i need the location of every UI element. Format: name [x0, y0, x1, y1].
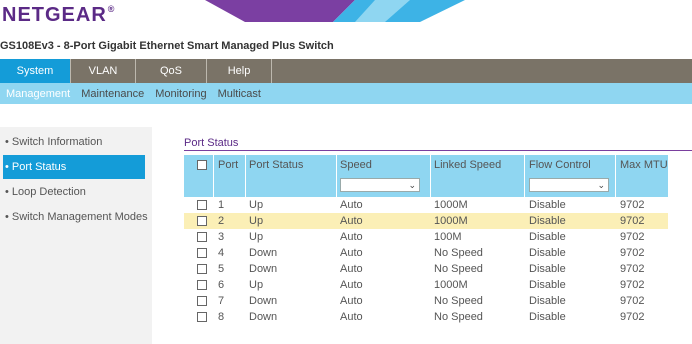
table-row[interactable]: 4 Down Auto No Speed Disable 9702: [184, 245, 668, 261]
flow-control-filter-select[interactable]: ⌄: [529, 178, 609, 192]
bullet-icon: •: [5, 211, 9, 223]
subnav-maintenance[interactable]: Maintenance: [81, 88, 144, 100]
sub-nav: Management Maintenance Monitoring Multic…: [0, 83, 692, 104]
header: NETGEAR® GS108Ev3 - 8-Port Gigabit Ether…: [0, 0, 692, 60]
column-divider: [213, 155, 214, 197]
table-row-highlighted[interactable]: 2 Up Auto 1000M Disable 9702: [184, 213, 668, 229]
row-checkbox[interactable]: [197, 248, 207, 258]
netgear-logo[interactable]: NETGEAR®: [2, 4, 115, 27]
column-divider: [336, 155, 337, 197]
table-row[interactable]: 6 Up Auto 1000M Disable 9702: [184, 277, 668, 293]
row-checkbox[interactable]: [197, 264, 207, 274]
col-speed: Speed: [340, 159, 372, 171]
main-nav: System VLAN QoS Help: [0, 59, 692, 83]
col-max-mtu: Max MTU: [620, 159, 668, 171]
sidebar-item-port-status[interactable]: • Port Status: [3, 155, 145, 179]
col-port: Port: [218, 159, 239, 171]
table-row[interactable]: 8 Down Auto No Speed Disable 9702: [184, 309, 668, 325]
col-linked-speed: Linked Speed: [434, 159, 502, 171]
subnav-management[interactable]: Management: [6, 88, 70, 100]
chevron-down-icon: ⌄: [597, 180, 605, 190]
sidebar-item-switch-information[interactable]: • Switch Information: [3, 130, 145, 154]
table-row[interactable]: 1 Up Auto 1000M Disable 9702: [184, 197, 668, 213]
select-all-checkbox[interactable]: [197, 160, 207, 170]
table-row[interactable]: 3 Up Auto 100M Disable 9702: [184, 229, 668, 245]
col-port-status: Port Status: [249, 159, 304, 171]
row-checkbox[interactable]: [197, 200, 207, 210]
tab-system[interactable]: System: [0, 59, 71, 83]
table-row[interactable]: 7 Down Auto No Speed Disable 9702: [184, 293, 668, 309]
row-checkbox[interactable]: [197, 216, 207, 226]
device-title: GS108Ev3 - 8-Port Gigabit Ethernet Smart…: [0, 40, 334, 52]
subnav-monitoring[interactable]: Monitoring: [155, 88, 206, 100]
tab-qos[interactable]: QoS: [136, 59, 207, 83]
bullet-icon: •: [5, 136, 9, 148]
sidebar-item-switch-management-modes[interactable]: • Switch Management Modes: [3, 205, 148, 229]
header-banner-graphic: [205, 0, 465, 22]
bullet-icon: •: [5, 161, 9, 173]
tab-help[interactable]: Help: [207, 59, 272, 83]
section-divider: [184, 150, 692, 151]
column-divider: [430, 155, 431, 197]
row-checkbox[interactable]: [197, 280, 207, 290]
section-title: Port Status: [184, 137, 239, 149]
speed-filter-select[interactable]: ⌄: [340, 178, 420, 192]
table-header: Port Port Status Speed Linked Speed Flow…: [184, 155, 668, 175]
subnav-multicast[interactable]: Multicast: [218, 88, 261, 100]
row-checkbox[interactable]: [197, 296, 207, 306]
column-divider: [245, 155, 246, 197]
table-filter-row: ⌄ ⌄: [184, 175, 668, 197]
row-checkbox[interactable]: [197, 312, 207, 322]
chevron-down-icon: ⌄: [408, 180, 416, 190]
tab-vlan[interactable]: VLAN: [71, 59, 136, 83]
sidebar-item-loop-detection[interactable]: • Loop Detection: [3, 180, 145, 204]
column-divider: [615, 155, 616, 197]
bullet-icon: •: [5, 186, 9, 198]
row-checkbox[interactable]: [197, 232, 207, 242]
table-row[interactable]: 5 Down Auto No Speed Disable 9702: [184, 261, 668, 277]
sidebar: • Switch Information • Port Status • Loop D…: [0, 127, 152, 344]
column-divider: [524, 155, 525, 197]
col-flow-control: Flow Control: [529, 159, 591, 171]
